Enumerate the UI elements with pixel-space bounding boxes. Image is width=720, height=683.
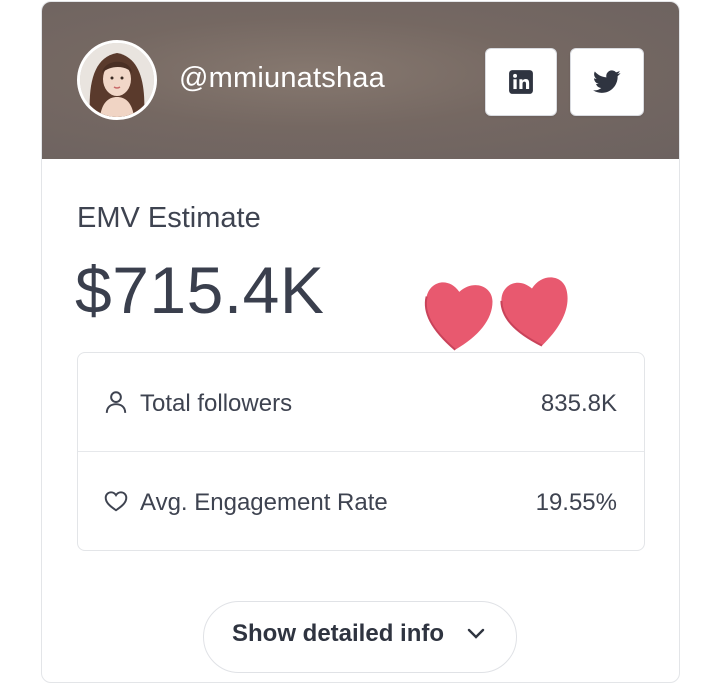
twitter-button[interactable] — [570, 48, 644, 116]
emv-label: EMV Estimate — [77, 202, 261, 234]
avatar[interactable] — [77, 40, 157, 120]
show-detailed-info-label: Show detailed info — [232, 620, 445, 647]
stat-value: 835.8K — [540, 390, 617, 417]
stat-row-followers: Total followers 835.8K — [78, 353, 644, 452]
profile-header: @mmiunatshaa — [42, 2, 679, 159]
linkedin-button[interactable] — [485, 48, 557, 116]
stat-value: 19.55% — [535, 489, 617, 516]
twitter-icon — [593, 70, 621, 93]
stat-label: Avg. Engagement Rate — [140, 489, 388, 516]
stat-label: Total followers — [140, 390, 293, 417]
stats-panel: Total followers 835.8K Avg. Engagement R… — [77, 352, 645, 551]
profile-handle: @mmiunatshaa — [179, 62, 385, 94]
heart-icon — [424, 282, 493, 351]
hearts-sticker — [424, 277, 568, 351]
user-icon — [105, 391, 127, 413]
show-detailed-info-button[interactable]: Show detailed info — [203, 601, 517, 673]
stat-row-engagement: Avg. Engagement Rate 19.55% — [78, 452, 644, 550]
heart-outline-icon — [104, 491, 128, 512]
avatar-image — [80, 43, 154, 117]
influencer-card: @mmiunatshaa EMV Estimate $715.4K Total … — [41, 1, 680, 683]
chevron-down-icon — [467, 628, 485, 639]
linkedin-icon — [509, 70, 533, 94]
emv-value: $715.4K — [75, 253, 325, 327]
heart-icon — [500, 277, 568, 347]
